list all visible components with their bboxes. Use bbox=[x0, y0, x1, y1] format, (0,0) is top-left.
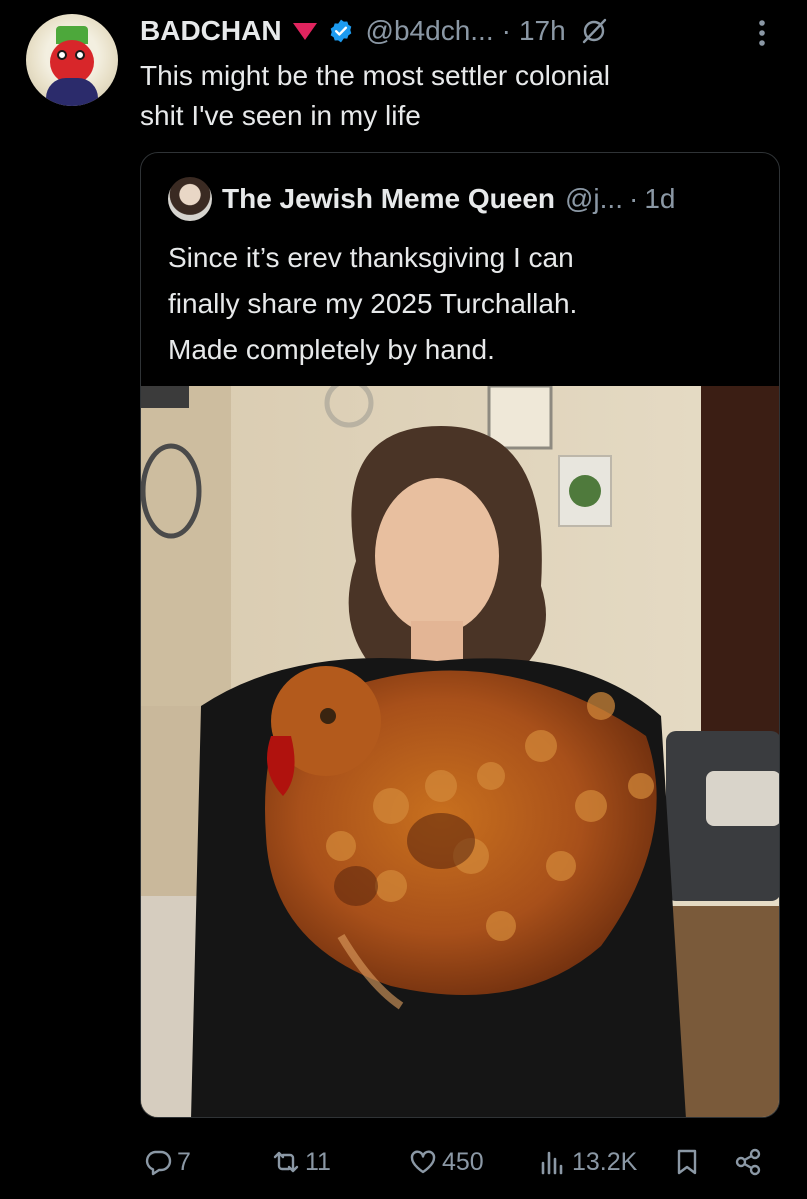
more-icon[interactable] bbox=[752, 18, 772, 48]
quoted-post[interactable]: The Jewish Meme Queen @j... · 1d Since i… bbox=[140, 152, 780, 1118]
bookmark-button[interactable] bbox=[672, 1140, 702, 1184]
author-handle[interactable]: @b4dch... bbox=[366, 15, 494, 47]
share-button[interactable] bbox=[733, 1140, 763, 1184]
author-name[interactable]: BADCHAN bbox=[140, 15, 282, 47]
quoted-post-photo[interactable] bbox=[141, 386, 780, 1118]
grok-icon[interactable] bbox=[580, 17, 608, 45]
views-icon bbox=[541, 1151, 563, 1175]
post-text: This might be the most settler colonial … bbox=[140, 56, 780, 136]
repost-button[interactable]: 11 bbox=[271, 1140, 331, 1184]
quoted-text-line: Since it’s erev thanksgiving I can bbox=[168, 242, 574, 273]
view-count: 13.2K bbox=[572, 1147, 638, 1176]
share-icon bbox=[735, 1148, 761, 1176]
author-avatar[interactable] bbox=[26, 14, 118, 106]
quoted-post-text: Since it’s erev thanksgiving I can final… bbox=[168, 235, 768, 373]
repost-count: 11 bbox=[305, 1147, 331, 1176]
repost-icon bbox=[273, 1151, 299, 1173]
quoted-post-header: The Jewish Meme Queen @j... · 1d bbox=[168, 177, 675, 221]
quoted-author-name[interactable]: The Jewish Meme Queen bbox=[222, 183, 555, 215]
separator: · bbox=[628, 183, 639, 214]
red-triangle-flag-icon bbox=[292, 23, 317, 40]
views-button[interactable]: 13.2K bbox=[538, 1140, 637, 1184]
like-icon bbox=[410, 1150, 436, 1174]
post-text-line: shit I've seen in my life bbox=[140, 100, 421, 131]
reply-count: 7 bbox=[177, 1147, 191, 1176]
post-header: BADCHAN @b4dch... · 17h bbox=[140, 14, 608, 48]
separator: · bbox=[501, 15, 511, 46]
like-count: 450 bbox=[442, 1147, 484, 1176]
quoted-text-line: Made completely by hand. bbox=[168, 334, 495, 365]
reply-button[interactable]: 7 bbox=[143, 1140, 191, 1184]
post-time[interactable]: 17h bbox=[519, 15, 566, 47]
reply-icon bbox=[145, 1150, 172, 1176]
verified-badge-icon[interactable] bbox=[328, 18, 354, 44]
quoted-author-avatar[interactable] bbox=[168, 177, 212, 221]
quoted-author-handle[interactable]: @j... bbox=[565, 183, 623, 215]
quoted-post-time[interactable]: 1d bbox=[644, 183, 675, 215]
quoted-text-line: finally share my 2025 Turchallah. bbox=[168, 288, 578, 319]
action-bar: 7 11 450 13.2K bbox=[0, 1140, 807, 1184]
post-text-line: This might be the most settler colonial bbox=[140, 60, 610, 91]
bookmark-icon bbox=[677, 1149, 697, 1175]
like-button[interactable]: 450 bbox=[408, 1140, 484, 1184]
